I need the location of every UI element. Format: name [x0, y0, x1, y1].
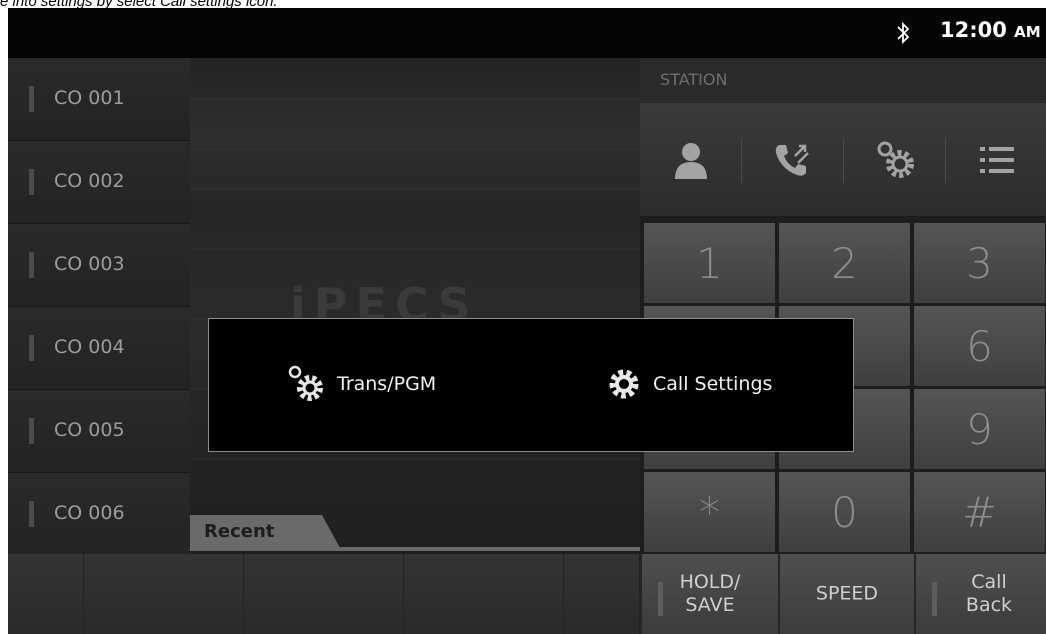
- bluetooth-icon: [897, 21, 910, 45]
- clock-ampm: AM: [1014, 23, 1041, 41]
- settings-popup: Trans/PGM Call Settings: [208, 318, 854, 452]
- co-line-list: CO 001 CO 002 CO 003 CO 004 CO 005 CO 00…: [8, 58, 190, 556]
- key-6[interactable]: 6: [914, 306, 1045, 386]
- line-indicator: [29, 169, 34, 195]
- co-line-label: CO 005: [54, 419, 125, 441]
- trans-pgm-option[interactable]: Trans/PGM: [287, 359, 436, 409]
- key-9[interactable]: 9: [914, 389, 1045, 469]
- hold-save-button[interactable]: HOLD/ SAVE: [640, 554, 778, 634]
- co-line-label: CO 001: [54, 87, 125, 109]
- co-line-4[interactable]: CO 004: [8, 307, 190, 390]
- menu-list-icon: [979, 146, 1014, 173]
- co-line-label: CO 002: [54, 170, 125, 192]
- transfer-call-icon: [775, 144, 809, 176]
- call-back-label: Call Back: [965, 571, 1013, 616]
- co-line-label: CO 004: [54, 336, 125, 358]
- settings-icon: [877, 141, 914, 178]
- key-2[interactable]: 2: [779, 223, 910, 303]
- hold-save-label: HOLD/ SAVE: [679, 571, 741, 616]
- function-icon-row: [640, 103, 1046, 218]
- recent-tab[interactable]: Recent: [190, 515, 340, 548]
- clock-time: 12:00: [940, 18, 1007, 42]
- line-indicator: [29, 335, 34, 361]
- line-indicator: [29, 418, 34, 444]
- co-line-5[interactable]: CO 005: [8, 390, 190, 473]
- co-line-3[interactable]: CO 003: [8, 224, 190, 307]
- co-line-label: CO 003: [54, 253, 125, 275]
- soft-key-3[interactable]: [244, 554, 404, 634]
- call-settings-icon: [609, 369, 639, 399]
- co-line-label: CO 006: [54, 502, 125, 524]
- recent-tab-label: Recent: [204, 521, 275, 542]
- key-3[interactable]: 3: [914, 223, 1045, 303]
- instruction-caption: e into settings by select Call settings …: [0, 0, 1046, 8]
- co-line-2[interactable]: CO 002: [8, 141, 190, 224]
- station-title: STATION: [660, 70, 728, 89]
- key-1[interactable]: 1: [644, 223, 775, 303]
- co-line-6[interactable]: CO 006: [8, 473, 190, 556]
- trans-pgm-label: Trans/PGM: [337, 373, 437, 395]
- call-back-button[interactable]: Call Back: [914, 554, 1046, 634]
- contact-icon: [674, 142, 707, 179]
- clock: 12:00 AM: [940, 18, 1041, 42]
- key-star[interactable]: *: [644, 472, 775, 552]
- trans-pgm-icon: [288, 365, 323, 401]
- line-indicator: [29, 86, 34, 112]
- divider: [190, 547, 640, 551]
- soft-key-5[interactable]: [564, 554, 640, 634]
- key-0[interactable]: 0: [779, 472, 910, 552]
- speed-button[interactable]: SPEED: [778, 554, 914, 634]
- key-hash[interactable]: #: [914, 472, 1045, 552]
- settings-button[interactable]: [844, 103, 945, 216]
- transfer-call-button[interactable]: [742, 103, 843, 216]
- soft-key-4[interactable]: [404, 554, 564, 634]
- contact-button[interactable]: [640, 103, 741, 216]
- phone-screen: 12:00 AM CO 001 CO 002 CO 003 CO 004 CO …: [8, 8, 1046, 634]
- bottom-bar: HOLD/ SAVE SPEED Call Back: [8, 554, 1046, 634]
- status-bar: 12:00 AM: [8, 8, 1046, 58]
- line-indicator: [29, 252, 34, 278]
- station-panel: STATION 1 2 3 6 9 * 0 #: [640, 58, 1046, 554]
- co-line-1[interactable]: CO 001: [8, 58, 190, 141]
- call-settings-label: Call Settings: [653, 373, 773, 395]
- soft-key-1[interactable]: [8, 554, 84, 634]
- station-header: STATION: [640, 58, 1046, 103]
- idle-area: iPECS Recent: [190, 58, 640, 554]
- speed-label: SPEED: [815, 582, 879, 605]
- line-indicator: [29, 501, 34, 527]
- menu-list-button[interactable]: [946, 103, 1046, 216]
- soft-key-2[interactable]: [84, 554, 244, 634]
- call-settings-option[interactable]: Call Settings: [607, 359, 772, 409]
